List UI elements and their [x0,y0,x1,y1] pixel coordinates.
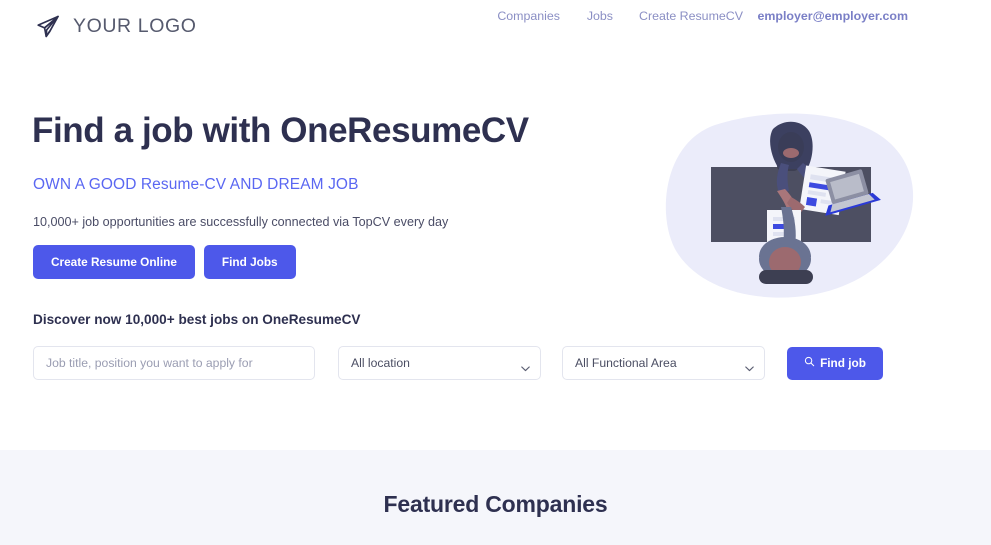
logo[interactable]: YOUR LOGO [34,12,197,40]
nav-item-companies[interactable]: Companies [497,9,560,23]
nav-item-create-resumecv[interactable]: Create ResumeCV [639,9,743,23]
page-title: Find a job with OneResumeCV [32,111,529,150]
find-jobs-button[interactable]: Find Jobs [203,245,296,279]
paper-plane-icon [34,12,62,40]
hero-description: 10,000+ job opportunities are successful… [33,215,449,229]
hero-subtitle: OWN A GOOD Resume-CV AND DREAM JOB [33,176,359,193]
logo-text: YOUR LOGO [73,14,197,37]
functional-area-select-wrap: All Functional Area [562,346,765,380]
location-select-wrap: All location [338,346,541,380]
find-job-button-label: Find job [820,356,866,370]
functional-area-select[interactable]: All Functional Area [562,346,765,380]
account-email-link[interactable]: employer@employer.com [757,9,908,23]
location-select[interactable]: All location [338,346,541,380]
search-icon [804,356,815,370]
nav-item-jobs[interactable]: Jobs [587,9,613,23]
handshake-desk-illustration [655,107,927,307]
hero-section: Find a job with OneResumeCV OWN A GOOD R… [0,52,991,450]
hero-cta-group: Create Resume Online Find Jobs [33,245,296,279]
featured-companies-title: Featured Companies [383,491,608,517]
search-input[interactable] [33,346,315,380]
create-resume-online-button[interactable]: Create Resume Online [33,245,195,279]
featured-companies-section: Featured Companies [0,450,991,545]
landing-page: YOUR LOGO Companies Jobs Create ResumeCV… [0,0,991,545]
find-job-button[interactable]: Find job [787,346,883,380]
discover-heading: Discover now 10,000+ best jobs on OneRes… [33,312,361,327]
site-header: YOUR LOGO Companies Jobs Create ResumeCV… [0,0,991,52]
job-search-bar: All location All Functional Area [33,346,883,380]
